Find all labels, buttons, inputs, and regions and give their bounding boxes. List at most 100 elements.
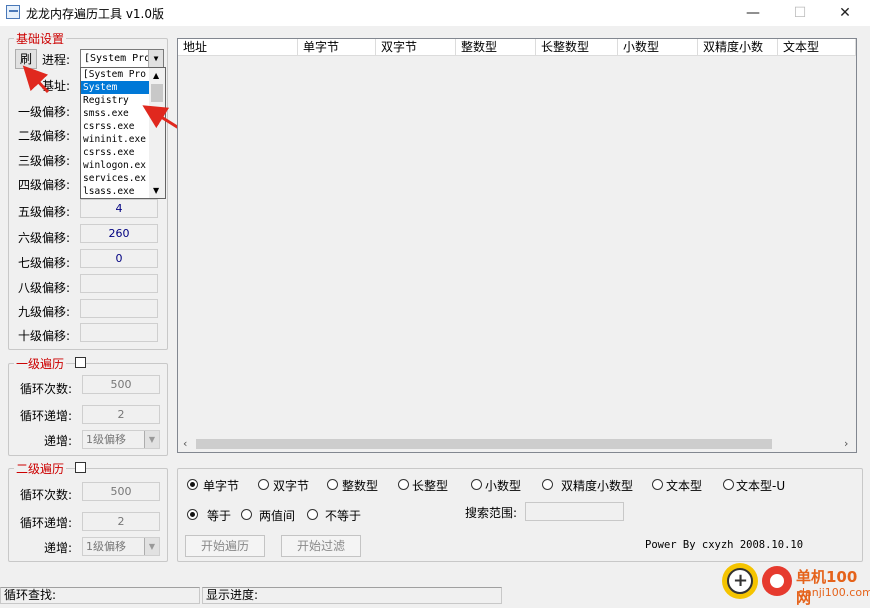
offset5-input[interactable]: 4 <box>80 199 158 218</box>
start-traverse-button[interactable]: 开始遍历 <box>185 535 265 557</box>
type-radio[interactable] <box>187 479 198 490</box>
offset7-input[interactable]: 0 <box>80 249 158 268</box>
offset6-input[interactable]: 260 <box>80 224 158 243</box>
type-radio[interactable] <box>471 479 482 490</box>
chevron-left-icon[interactable]: ‹ <box>183 437 187 450</box>
offset9-input[interactable] <box>80 299 158 318</box>
level1-checkbox[interactable] <box>75 357 86 368</box>
level2-label: 二级遍历 <box>16 462 65 476</box>
level2-inc-select[interactable]: 1级偏移 ▼ <box>82 537 160 556</box>
offset-label: 一级偏移: <box>18 105 71 119</box>
level1-inc-select[interactable]: 1级偏移 ▼ <box>82 430 160 449</box>
offset-label: 十级偏移: <box>18 329 71 343</box>
base-address-label: 基址: <box>42 79 71 93</box>
level2-loop-inc-label: 循环递增: <box>20 516 73 530</box>
level2-inc-value: 1级偏移 <box>86 540 126 553</box>
chevron-right-icon[interactable]: › <box>844 437 848 450</box>
offset-label: 七级偏移: <box>18 256 71 270</box>
offset8-input[interactable] <box>80 274 158 293</box>
condition-label: 等于 <box>207 509 232 523</box>
column-header[interactable]: 文本型 <box>778 39 856 55</box>
level1-loop-count-label: 循环次数: <box>20 382 73 396</box>
chevron-down-icon[interactable]: ▼ <box>153 186 159 195</box>
horizontal-scrollbar[interactable]: ‹ › <box>178 436 856 452</box>
list-item[interactable]: lsass.exe <box>81 185 149 198</box>
column-header[interactable]: 小数型 <box>618 39 698 55</box>
type-label: 文本型 <box>666 479 703 493</box>
level1-loop-inc-label: 循环递增: <box>20 409 73 423</box>
offset-label: 九级偏移: <box>18 305 71 319</box>
column-header[interactable]: 单字节 <box>298 39 376 55</box>
condition-radio[interactable] <box>187 509 198 520</box>
type-label: 整数型 <box>342 479 379 493</box>
close-button[interactable]: ✕ <box>822 0 868 26</box>
offset-label: 四级偏移: <box>18 178 71 192</box>
list-item[interactable]: [System Pro <box>81 68 149 81</box>
scroll-thumb[interactable] <box>196 439 772 449</box>
type-radio[interactable] <box>652 479 663 490</box>
chevron-down-icon[interactable]: ▼ <box>144 538 159 555</box>
credit-text: Power By cxyzh 2008.10.10 <box>645 539 804 551</box>
minimize-button[interactable]: — <box>730 0 776 26</box>
type-radio[interactable] <box>398 479 409 490</box>
level2-checkbox[interactable] <box>75 462 86 473</box>
level2-loop-count-input[interactable]: 500 <box>82 482 160 501</box>
process-combo-value: [System Pro <box>84 53 151 64</box>
watermark-ball-icon <box>762 566 792 596</box>
level2-header: 二级遍历 <box>14 460 67 477</box>
level1-inc-value: 1级偏移 <box>86 433 126 446</box>
column-header[interactable]: 双精度小数 <box>698 39 778 55</box>
chevron-up-icon[interactable]: ▲ <box>153 71 159 80</box>
results-listview[interactable]: 地址 单字节 双字节 整数型 长整数型 小数型 双精度小数 文本型 ‹ › <box>177 38 857 453</box>
condition-radio[interactable] <box>307 509 318 520</box>
watermark-logo-icon: + <box>722 563 758 599</box>
chevron-down-icon[interactable]: ▼ <box>148 50 163 67</box>
search-range-input[interactable] <box>525 502 624 521</box>
start-filter-button[interactable]: 开始过滤 <box>281 535 361 557</box>
scroll-thumb[interactable] <box>151 84 163 102</box>
status-progress: 显示进度: <box>202 587 502 604</box>
title-bar[interactable]: 龙龙内存遍历工具 v1.0版 — ☐ ✕ <box>0 0 870 26</box>
level1-label: 一级遍历 <box>16 357 65 371</box>
type-label: 双字节 <box>273 479 310 493</box>
level2-loop-inc-input[interactable]: 2 <box>82 512 160 531</box>
list-item[interactable]: smss.exe <box>81 107 149 120</box>
process-dropdown-list[interactable]: [System Pro System Registry smss.exe csr… <box>80 67 166 199</box>
list-item[interactable]: csrss.exe <box>81 146 149 159</box>
level1-loop-inc-input[interactable]: 2 <box>82 405 160 424</box>
list-item[interactable]: winlogon.ex <box>81 159 149 172</box>
type-radio[interactable] <box>327 479 338 490</box>
process-label: 进程: <box>42 53 71 67</box>
column-header[interactable]: 地址 <box>178 39 298 55</box>
refresh-button[interactable]: 刷 <box>15 49 37 69</box>
dropdown-scrollbar[interactable]: ▲ ▼ <box>149 68 165 198</box>
level1-inc-label: 递增: <box>44 434 73 448</box>
process-combo[interactable]: [System Pro ▼ <box>80 49 164 68</box>
column-header[interactable]: 整数型 <box>456 39 536 55</box>
type-radio[interactable] <box>723 479 734 490</box>
status-loop-find: 循环查找: <box>0 587 200 604</box>
window-title: 龙龙内存遍历工具 v1.0版 <box>26 7 165 21</box>
list-item[interactable]: Registry <box>81 94 149 107</box>
condition-radio[interactable] <box>241 509 252 520</box>
offset10-input[interactable] <box>80 323 158 342</box>
type-radio[interactable] <box>542 479 553 490</box>
level1-header: 一级遍历 <box>14 355 67 372</box>
type-label: 双精度小数型 <box>561 479 634 493</box>
offset-label: 八级偏移: <box>18 281 71 295</box>
list-item[interactable]: System <box>81 81 149 94</box>
chevron-down-icon[interactable]: ▼ <box>144 431 159 448</box>
level2-inc-label: 递增: <box>44 541 73 555</box>
list-item[interactable]: csrss.exe <box>81 120 149 133</box>
type-label: 文本型-U <box>736 479 786 493</box>
type-radio[interactable] <box>258 479 269 490</box>
column-header[interactable]: 长整数型 <box>536 39 618 55</box>
list-item[interactable]: services.ex <box>81 172 149 185</box>
column-header[interactable]: 双字节 <box>376 39 456 55</box>
list-item[interactable]: wininit.exe <box>81 133 149 146</box>
watermark-url: danji100.com <box>798 586 870 599</box>
maximize-button[interactable]: ☐ <box>777 0 823 26</box>
level1-loop-count-input[interactable]: 500 <box>82 375 160 394</box>
offset-label: 三级偏移: <box>18 154 71 168</box>
offset-label: 六级偏移: <box>18 231 71 245</box>
